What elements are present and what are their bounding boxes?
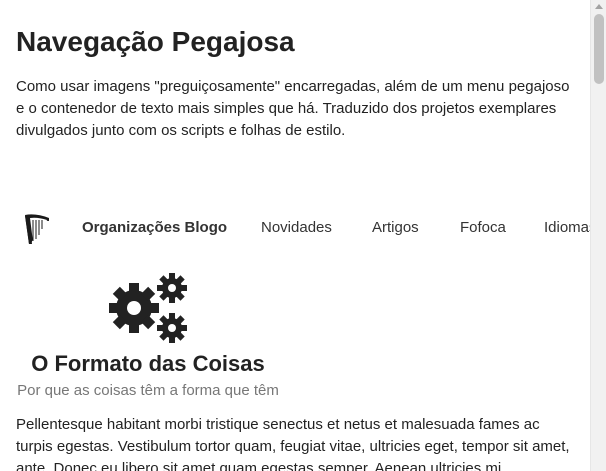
page: Navegação Pegajosa Como usar imagens "pr… — [0, 0, 590, 471]
nav-brand-link[interactable]: Organizações Blogo — [82, 219, 227, 236]
nav-item-artigos[interactable]: Artigos — [372, 219, 419, 236]
scroll-up-arrow-icon[interactable] — [595, 4, 603, 9]
article-subtitle: Por que as coisas têm a forma que têm — [17, 382, 279, 399]
nav-item-idiomas[interactable]: Idiomas — [544, 219, 590, 236]
harp-icon[interactable] — [22, 211, 52, 247]
vertical-scrollbar[interactable] — [590, 0, 606, 471]
article-title: O Formato das Coisas — [31, 351, 265, 376]
sticky-nav: Organizações Blogo Novidades Artigos Fof… — [0, 208, 590, 250]
nav-item-novidades[interactable]: Novidades — [261, 219, 332, 236]
nav-item-fofoca[interactable]: Fofoca — [460, 219, 506, 236]
intro-text: Como usar imagens "preguiçosamente" enca… — [16, 78, 570, 139]
scrollbar-thumb[interactable] — [594, 14, 604, 84]
gears-icon — [109, 273, 187, 343]
article-body: Pellentesque habitant morbi tristique se… — [16, 416, 570, 471]
page-title: Navegação Pegajosa — [16, 26, 295, 57]
